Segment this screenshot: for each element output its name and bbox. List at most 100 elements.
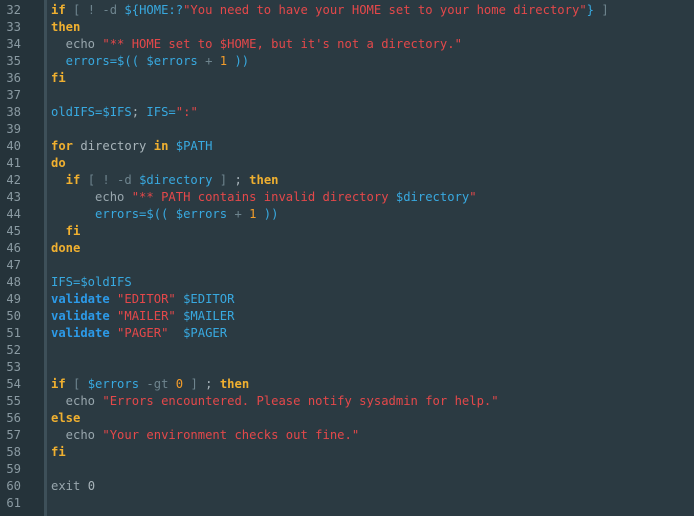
code-text: errors=$(( $errors + 1 )) bbox=[51, 53, 249, 70]
code-line[interactable]: 39 bbox=[0, 121, 694, 138]
code-line[interactable]: 49 validate "EDITOR" $EDITOR bbox=[0, 291, 694, 308]
code-token: "EDITOR" bbox=[109, 292, 176, 306]
code-line[interactable]: 52 bbox=[0, 342, 694, 359]
code-token: IFS= bbox=[146, 105, 176, 119]
code-token: ; bbox=[234, 173, 250, 187]
code-token: ; bbox=[205, 377, 220, 391]
line-number: 60 bbox=[6, 479, 21, 493]
code-line[interactable]: 54 if [ $errors -gt 0 ] ; then bbox=[0, 376, 694, 393]
code-token: if bbox=[51, 3, 66, 17]
code-line[interactable]: 43 echo "** PATH contains invalid direct… bbox=[0, 189, 694, 206]
code-text: else bbox=[51, 410, 80, 427]
code-text: do bbox=[51, 155, 66, 172]
code-line[interactable]: 56 else bbox=[0, 410, 694, 427]
code-token: 0 bbox=[87, 479, 96, 493]
code-line[interactable]: 42 if [ ! -d $directory ] ; then bbox=[0, 172, 694, 189]
code-token: echo bbox=[51, 37, 103, 51]
code-line[interactable]: 57 echo "Your environment checks out fin… bbox=[0, 427, 694, 444]
code-token: $directory bbox=[395, 190, 470, 204]
code-text: if [ $errors -gt 0 ] ; then bbox=[51, 376, 249, 393]
code-token: $PAGER bbox=[168, 326, 228, 340]
line-number: 59 bbox=[6, 462, 21, 476]
line-number: 33 bbox=[6, 20, 21, 34]
code-token: " bbox=[469, 190, 477, 204]
code-token: echo bbox=[51, 190, 132, 204]
line-number: 44 bbox=[6, 207, 21, 221]
code-token: ] bbox=[183, 377, 206, 391]
code-editor[interactable]: 32 if [ ! -d ${HOME:?"You need to have yo… bbox=[0, 0, 694, 516]
line-number: 54 bbox=[6, 377, 21, 391]
code-token: then bbox=[219, 377, 250, 391]
code-token: [ bbox=[65, 377, 88, 391]
code-line[interactable]: 55 echo "Errors encountered. Please noti… bbox=[0, 393, 694, 410]
code-token: in bbox=[153, 139, 169, 153]
line-number: 55 bbox=[6, 394, 21, 408]
code-token: ] bbox=[594, 3, 609, 17]
code-line[interactable]: 33 then bbox=[0, 19, 694, 36]
line-number: 57 bbox=[6, 428, 21, 442]
code-line[interactable]: 58 fi bbox=[0, 444, 694, 461]
code-line[interactable]: 53 bbox=[0, 359, 694, 376]
line-number: 48 bbox=[6, 275, 21, 289]
code-token: $errors bbox=[87, 377, 140, 391]
line-number: 56 bbox=[6, 411, 21, 425]
code-line[interactable]: 59 bbox=[0, 461, 694, 478]
code-token: "Errors encountered. Please notify sysad… bbox=[102, 394, 499, 408]
code-token: "** PATH contains invalid directory bbox=[131, 190, 396, 204]
code-token: $directory bbox=[139, 173, 213, 187]
code-token: + bbox=[205, 54, 220, 68]
code-token: "Your environment checks out fine." bbox=[102, 428, 360, 442]
code-line[interactable]: 51 validate "PAGER" $PAGER bbox=[0, 325, 694, 342]
code-line[interactable]: 41 do bbox=[0, 155, 694, 172]
code-line[interactable]: 35 errors=$(( $errors + 1 )) bbox=[0, 53, 694, 70]
code-line[interactable]: 37 bbox=[0, 87, 694, 104]
code-token: if bbox=[51, 173, 81, 187]
code-line[interactable]: 36 fi bbox=[0, 70, 694, 87]
code-token: $MAILER bbox=[175, 309, 235, 323]
code-token: )) bbox=[256, 207, 279, 221]
code-token: } bbox=[586, 3, 594, 17]
code-line[interactable]: 32 if [ ! -d ${HOME:?"You need to have yo… bbox=[0, 2, 694, 19]
code-token: ":" bbox=[175, 105, 198, 119]
code-token: fi bbox=[51, 71, 66, 85]
code-line[interactable]: 61 bbox=[0, 495, 694, 512]
code-line[interactable]: 44 errors=$(( $errors + 1 )) bbox=[0, 206, 694, 223]
code-token: ] bbox=[212, 173, 235, 187]
code-token: echo bbox=[51, 394, 103, 408]
line-number: 35 bbox=[6, 54, 21, 68]
code-line[interactable]: 34 echo "** HOME set to $HOME, but it's … bbox=[0, 36, 694, 53]
code-line[interactable]: 40 for directory in $PATH bbox=[0, 138, 694, 155]
code-token: exit bbox=[51, 479, 88, 493]
code-text: if [ ! -d ${HOME:?"You need to have your… bbox=[51, 2, 609, 19]
code-token: "MAILER" bbox=[109, 309, 176, 323]
line-number: 37 bbox=[6, 88, 21, 102]
code-text: echo "** PATH contains invalid directory… bbox=[51, 189, 477, 206]
code-token: then bbox=[249, 173, 279, 187]
code-token: directory bbox=[73, 139, 154, 153]
code-token: else bbox=[51, 411, 81, 425]
code-token: )) bbox=[227, 54, 250, 68]
line-number: 53 bbox=[6, 360, 21, 374]
code-token: errors=$(( $errors bbox=[51, 207, 235, 221]
code-token: oldIFS=$IFS bbox=[51, 105, 132, 119]
code-line[interactable]: 60 exit 0 bbox=[0, 478, 694, 495]
code-token: errors=$(( $errors bbox=[51, 54, 206, 68]
code-text: fi bbox=[51, 223, 81, 240]
code-line[interactable]: 50 validate "MAILER" $MAILER bbox=[0, 308, 694, 325]
code-text: then bbox=[51, 19, 80, 36]
code-line[interactable]: 48 IFS=$oldIFS bbox=[0, 274, 694, 291]
code-line[interactable]: 38 oldIFS=$IFS; IFS=":" bbox=[0, 104, 694, 121]
code-text: validate "MAILER" $MAILER bbox=[51, 308, 234, 325]
line-number: 50 bbox=[6, 309, 21, 323]
line-number: 61 bbox=[6, 496, 21, 510]
code-text: exit 0 bbox=[51, 478, 95, 495]
code-token: fi bbox=[51, 445, 66, 459]
code-token: validate bbox=[51, 292, 110, 306]
code-token: fi bbox=[51, 224, 81, 238]
code-line[interactable]: 47 bbox=[0, 257, 694, 274]
code-token: $PATH bbox=[168, 139, 213, 153]
code-token: ; bbox=[131, 105, 147, 119]
code-line[interactable]: 45 fi bbox=[0, 223, 694, 240]
code-line[interactable]: 46 done bbox=[0, 240, 694, 257]
code-text: IFS=$oldIFS bbox=[51, 274, 132, 291]
